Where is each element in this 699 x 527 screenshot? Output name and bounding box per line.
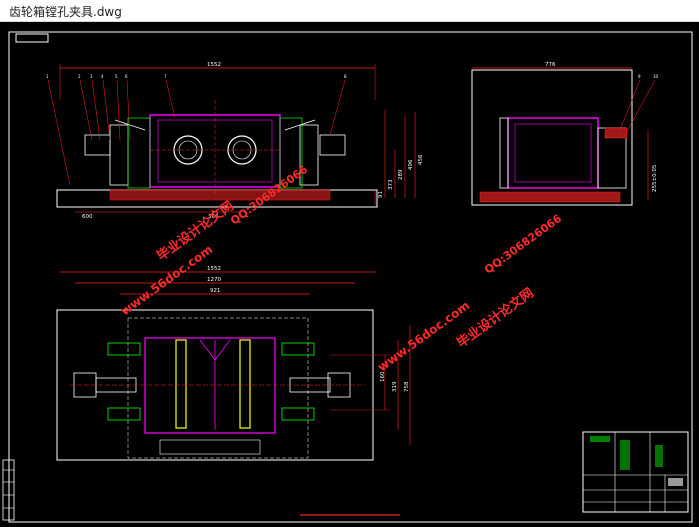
dim-side-v: 255±0.05 bbox=[652, 164, 658, 192]
dim-plan-inner: 1270 bbox=[207, 277, 221, 283]
window-title: 齿轮箱镗孔夹具.dwg bbox=[9, 5, 122, 19]
dim-front-v5: 91 bbox=[378, 191, 384, 198]
frame-corner-box bbox=[15, 33, 49, 43]
cad-drawing[interactable]: 1552 600 366 91 373 289 496 456 776 255±… bbox=[0, 22, 699, 527]
part-number-8: 8 bbox=[344, 74, 347, 79]
part-number-9: 9 bbox=[638, 74, 641, 79]
dim-plan-v2: 319 bbox=[392, 381, 398, 392]
part-number-1: 1 bbox=[46, 74, 49, 79]
part-number-4: 4 bbox=[101, 74, 104, 79]
dim-front-overall: 1552 bbox=[207, 62, 221, 68]
side-view bbox=[471, 67, 656, 206]
drawing-canvas[interactable]: 1552 600 366 91 373 289 496 456 776 255±… bbox=[0, 22, 699, 527]
dim-plan-core: 921 bbox=[210, 288, 221, 294]
part-number-10: 10 bbox=[653, 74, 659, 79]
part-number-7: 7 bbox=[164, 74, 167, 79]
dim-plan-v3: 758 bbox=[404, 381, 410, 392]
dim-plan-overall: 1552 bbox=[207, 266, 221, 272]
part-number-6: 6 bbox=[125, 74, 128, 79]
title-bar: 齿轮箱镗孔夹具.dwg bbox=[0, 0, 699, 22]
dim-front-v2: 289 bbox=[398, 169, 404, 180]
dim-front-v4: 456 bbox=[418, 154, 424, 165]
dim-front-v1: 373 bbox=[388, 179, 394, 190]
plan-view bbox=[56, 271, 411, 461]
front-view bbox=[47, 64, 416, 213]
outer-frame bbox=[8, 31, 693, 523]
part-number-5: 5 bbox=[115, 74, 118, 79]
title-block bbox=[582, 431, 689, 513]
part-number-2: 2 bbox=[78, 74, 81, 79]
dim-front-v3: 496 bbox=[408, 159, 414, 170]
part-number-3: 3 bbox=[90, 74, 93, 79]
dim-side-overall: 776 bbox=[545, 62, 556, 68]
dim-front-left: 600 bbox=[82, 214, 93, 220]
